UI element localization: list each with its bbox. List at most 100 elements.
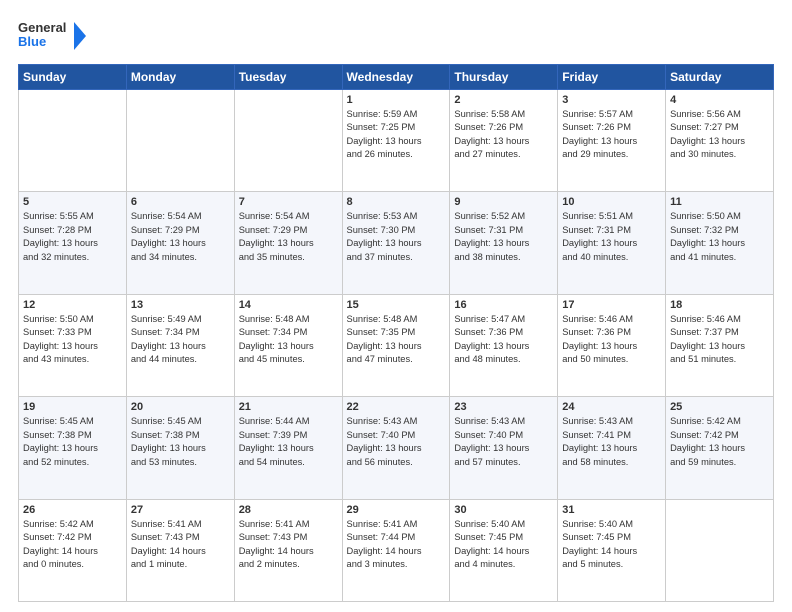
- calendar-cell: [126, 90, 234, 192]
- day-number: 28: [239, 504, 338, 516]
- day-number: 18: [670, 299, 769, 311]
- cell-info: Sunrise: 5:40 AMSunset: 7:45 PMDaylight:…: [454, 518, 553, 572]
- day-number: 20: [131, 401, 230, 413]
- cell-info: Sunrise: 5:49 AMSunset: 7:34 PMDaylight:…: [131, 313, 230, 367]
- calendar-cell: [666, 499, 774, 601]
- cell-info: Sunrise: 5:57 AMSunset: 7:26 PMDaylight:…: [562, 108, 661, 162]
- cell-info: Sunrise: 5:52 AMSunset: 7:31 PMDaylight:…: [454, 210, 553, 264]
- cell-info: Sunrise: 5:58 AMSunset: 7:26 PMDaylight:…: [454, 108, 553, 162]
- calendar-cell: 28 Sunrise: 5:41 AMSunset: 7:43 PMDayligh…: [234, 499, 342, 601]
- week-row-1: 1Sunrise: 5:59 AMSunset: 7:25 PMDaylight…: [19, 90, 774, 192]
- logo: GeneralBlue: [18, 18, 88, 54]
- cell-info: Sunrise: 5:56 AMSunset: 7:27 PMDaylight:…: [670, 108, 769, 162]
- day-number: 13: [131, 299, 230, 311]
- cell-info: Sunrise: 5:45 AMSunset: 7:38 PMDaylight:…: [131, 415, 230, 469]
- weekday-header-row: SundayMondayTuesdayWednesdayThursdayFrid…: [19, 65, 774, 90]
- calendar-cell: 20 Sunrise: 5:45 AMSunset: 7:38 PMDayligh…: [126, 397, 234, 499]
- day-number: 8: [347, 196, 446, 208]
- day-number: 17: [562, 299, 661, 311]
- calendar-cell: 18Sunrise: 5:46 AMSunset: 7:37 PMDayligh…: [666, 294, 774, 396]
- day-number: 10: [562, 196, 661, 208]
- calendar-cell: 17 Sunrise: 5:46 AMSunset: 7:36 PMDayligh…: [558, 294, 666, 396]
- day-number: 31: [562, 504, 661, 516]
- calendar-table: SundayMondayTuesdayWednesdayThursdayFrid…: [18, 64, 774, 602]
- day-number: 30: [454, 504, 553, 516]
- day-number: 7: [239, 196, 338, 208]
- day-number: 1: [347, 94, 446, 106]
- week-row-4: 19 Sunrise: 5:45 AMSunset: 7:38 PMDayligh…: [19, 397, 774, 499]
- day-number: 3: [562, 94, 661, 106]
- weekday-header-monday: Monday: [126, 65, 234, 90]
- calendar-cell: 29Sunrise: 5:41 AMSunset: 7:44 PMDayligh…: [342, 499, 450, 601]
- calendar-cell: 14Sunrise: 5:48 AMSunset: 7:34 PMDayligh…: [234, 294, 342, 396]
- calendar-cell: 27 Sunrise: 5:41 AMSunset: 7:43 PMDayligh…: [126, 499, 234, 601]
- calendar-cell: 11 Sunrise: 5:50 AMSunset: 7:32 PMDayligh…: [666, 192, 774, 294]
- calendar-cell: 23Sunrise: 5:43 AMSunset: 7:40 PMDayligh…: [450, 397, 558, 499]
- calendar-cell: 5Sunrise: 5:55 AMSunset: 7:28 PMDaylight…: [19, 192, 127, 294]
- cell-info: Sunrise: 5:44 AMSunset: 7:39 PMDaylight:…: [239, 415, 338, 469]
- calendar-cell: 4 Sunrise: 5:56 AMSunset: 7:27 PMDaylight…: [666, 90, 774, 192]
- day-number: 16: [454, 299, 553, 311]
- cell-info: Sunrise: 5:43 AMSunset: 7:40 PMDaylight:…: [347, 415, 446, 469]
- cell-info: Sunrise: 5:43 AMSunset: 7:40 PMDaylight:…: [454, 415, 553, 469]
- calendar-cell: 7 Sunrise: 5:54 AMSunset: 7:29 PMDaylight…: [234, 192, 342, 294]
- cell-info: Sunrise: 5:50 AMSunset: 7:33 PMDaylight:…: [23, 313, 122, 367]
- calendar-cell: 13 Sunrise: 5:49 AMSunset: 7:34 PMDayligh…: [126, 294, 234, 396]
- cell-info: Sunrise: 5:51 AMSunset: 7:31 PMDaylight:…: [562, 210, 661, 264]
- cell-info: Sunrise: 5:41 AMSunset: 7:43 PMDaylight:…: [239, 518, 338, 572]
- day-number: 15: [347, 299, 446, 311]
- cell-info: Sunrise: 5:42 AMSunset: 7:42 PMDaylight:…: [23, 518, 122, 572]
- svg-text:General: General: [18, 20, 66, 35]
- day-number: 26: [23, 504, 122, 516]
- day-number: 21: [239, 401, 338, 413]
- calendar-cell: 12 Sunrise: 5:50 AMSunset: 7:33 PMDayligh…: [19, 294, 127, 396]
- day-number: 22: [347, 401, 446, 413]
- cell-info: Sunrise: 5:50 AMSunset: 7:32 PMDaylight:…: [670, 210, 769, 264]
- calendar-cell: 24 Sunrise: 5:43 AMSunset: 7:41 PMDayligh…: [558, 397, 666, 499]
- calendar-cell: 8 Sunrise: 5:53 AMSunset: 7:30 PMDaylight…: [342, 192, 450, 294]
- calendar-cell: 16 Sunrise: 5:47 AMSunset: 7:36 PMDayligh…: [450, 294, 558, 396]
- cell-info: Sunrise: 5:43 AMSunset: 7:41 PMDaylight:…: [562, 415, 661, 469]
- day-number: 24: [562, 401, 661, 413]
- weekday-header-sunday: Sunday: [19, 65, 127, 90]
- cell-info: Sunrise: 5:42 AMSunset: 7:42 PMDaylight:…: [670, 415, 769, 469]
- week-row-2: 5Sunrise: 5:55 AMSunset: 7:28 PMDaylight…: [19, 192, 774, 294]
- cell-info: Sunrise: 5:54 AMSunset: 7:29 PMDaylight:…: [131, 210, 230, 264]
- cell-info: Sunrise: 5:47 AMSunset: 7:36 PMDaylight:…: [454, 313, 553, 367]
- day-number: 11: [670, 196, 769, 208]
- cell-info: Sunrise: 5:40 AMSunset: 7:45 PMDaylight:…: [562, 518, 661, 572]
- cell-info: Sunrise: 5:54 AMSunset: 7:29 PMDaylight:…: [239, 210, 338, 264]
- header: GeneralBlue: [18, 18, 774, 54]
- cell-info: Sunrise: 5:48 AMSunset: 7:35 PMDaylight:…: [347, 313, 446, 367]
- day-number: 12: [23, 299, 122, 311]
- day-number: 4: [670, 94, 769, 106]
- calendar-cell: [234, 90, 342, 192]
- calendar-cell: 21 Sunrise: 5:44 AMSunset: 7:39 PMDayligh…: [234, 397, 342, 499]
- cell-info: Sunrise: 5:41 AMSunset: 7:43 PMDaylight:…: [131, 518, 230, 572]
- day-number: 27: [131, 504, 230, 516]
- calendar-cell: 30 Sunrise: 5:40 AMSunset: 7:45 PMDayligh…: [450, 499, 558, 601]
- calendar-cell: 22 Sunrise: 5:43 AMSunset: 7:40 PMDayligh…: [342, 397, 450, 499]
- calendar-cell: 3 Sunrise: 5:57 AMSunset: 7:26 PMDaylight…: [558, 90, 666, 192]
- cell-info: Sunrise: 5:48 AMSunset: 7:34 PMDaylight:…: [239, 313, 338, 367]
- day-number: 6: [131, 196, 230, 208]
- cell-info: Sunrise: 5:46 AMSunset: 7:36 PMDaylight:…: [562, 313, 661, 367]
- day-number: 9: [454, 196, 553, 208]
- cell-info: Sunrise: 5:53 AMSunset: 7:30 PMDaylight:…: [347, 210, 446, 264]
- calendar-cell: 10 Sunrise: 5:51 AMSunset: 7:31 PMDayligh…: [558, 192, 666, 294]
- calendar-cell: 6 Sunrise: 5:54 AMSunset: 7:29 PMDaylight…: [126, 192, 234, 294]
- weekday-header-friday: Friday: [558, 65, 666, 90]
- logo-svg: GeneralBlue: [18, 18, 88, 54]
- calendar-cell: 9 Sunrise: 5:52 AMSunset: 7:31 PMDaylight…: [450, 192, 558, 294]
- day-number: 19: [23, 401, 122, 413]
- weekday-header-wednesday: Wednesday: [342, 65, 450, 90]
- calendar-cell: 26 Sunrise: 5:42 AMSunset: 7:42 PMDayligh…: [19, 499, 127, 601]
- day-number: 2: [454, 94, 553, 106]
- calendar-cell: 2 Sunrise: 5:58 AMSunset: 7:26 PMDaylight…: [450, 90, 558, 192]
- day-number: 25: [670, 401, 769, 413]
- svg-text:Blue: Blue: [18, 34, 46, 49]
- cell-info: Sunrise: 5:45 AMSunset: 7:38 PMDaylight:…: [23, 415, 122, 469]
- calendar-cell: [19, 90, 127, 192]
- day-number: 29: [347, 504, 446, 516]
- calendar-cell: 25 Sunrise: 5:42 AMSunset: 7:42 PMDayligh…: [666, 397, 774, 499]
